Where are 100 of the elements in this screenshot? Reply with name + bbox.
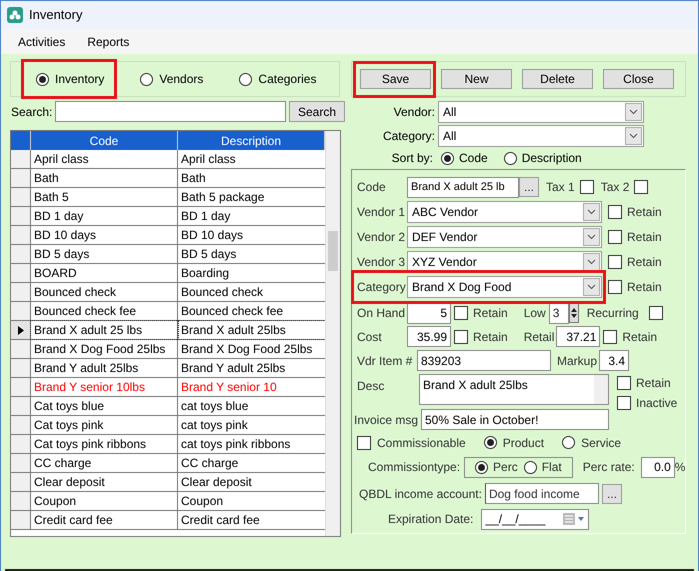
- column-header[interactable]: Code: [31, 131, 178, 150]
- retain-label: Retain: [473, 305, 508, 322]
- table-row[interactable]: BOARD Boarding: [11, 264, 325, 283]
- field-label: Expiration Date:: [388, 511, 474, 528]
- table-row[interactable]: BD 10 days BD 10 days: [11, 226, 325, 245]
- cost-field[interactable]: 35.99: [407, 326, 451, 347]
- action-button[interactable]: Close: [603, 69, 674, 89]
- search-button[interactable]: Search: [288, 101, 345, 122]
- action-button[interactable]: Save: [360, 69, 431, 89]
- table-row[interactable]: Bath Bath: [11, 169, 325, 188]
- dropdown-button[interactable]: [583, 253, 600, 271]
- checkbox[interactable]: [608, 280, 622, 294]
- table-row[interactable]: Clear deposit Clear deposit: [11, 473, 325, 492]
- dropdown-button[interactable]: [583, 228, 600, 246]
- radio-button[interactable]: [504, 152, 517, 164]
- vendor-item-field[interactable]: 839203: [417, 350, 551, 371]
- checkbox[interactable]: [454, 306, 468, 320]
- radio-button[interactable]: [36, 72, 49, 86]
- table-cell-text: Credit card fee: [180, 512, 261, 529]
- checkbox[interactable]: [634, 180, 648, 194]
- checkbox[interactable]: [608, 205, 622, 219]
- category-dropdown[interactable]: Brand X Dog Food: [407, 276, 602, 298]
- on-hand-field[interactable]: 5: [407, 302, 451, 324]
- table-cell: Brand X adult 25 lbs: [31, 321, 178, 339]
- table-row[interactable]: Coupon Coupon: [11, 492, 325, 511]
- vendor-dropdown[interactable]: DEF Vendor: [407, 226, 602, 248]
- vendor-dropdown[interactable]: ABC Vendor: [407, 201, 602, 223]
- dropdown-button[interactable]: [583, 278, 600, 296]
- row-header[interactable]: [11, 321, 31, 339]
- date-field[interactable]: __/__/____: [481, 508, 590, 530]
- low-field[interactable]: 3: [548, 302, 569, 324]
- code-field[interactable]: Brand X adult 25 lb: [407, 176, 519, 198]
- radio-label: Flat: [542, 459, 562, 476]
- table-row[interactable]: Cat toys blue cat toys blue: [11, 397, 325, 416]
- checkbox[interactable]: [357, 436, 371, 450]
- radio-label: Code: [459, 150, 488, 167]
- retail-field[interactable]: 37.21: [556, 326, 600, 347]
- radio-button[interactable]: [484, 436, 497, 449]
- action-button[interactable]: New: [441, 69, 512, 89]
- action-button[interactable]: Delete: [522, 69, 593, 89]
- markup-field[interactable]: 3.4: [599, 350, 630, 371]
- dropdown-button[interactable]: [583, 203, 600, 221]
- browse-button[interactable]: ...: [602, 484, 622, 504]
- table-row[interactable]: Brand X Dog Food 25lbs Brand X Dog Food 25lbs: [11, 340, 325, 359]
- checkbox[interactable]: [603, 330, 618, 344]
- filter-dropdown[interactable]: All: [438, 125, 644, 147]
- table-cell-text: Coupon: [180, 493, 224, 510]
- retain-label: Retain: [627, 254, 662, 271]
- field-label: Vendor 1: [357, 204, 406, 221]
- dropdown-button[interactable]: [625, 103, 642, 121]
- radio-button[interactable]: [239, 72, 252, 86]
- percent-rate-field[interactable]: 0.0: [640, 456, 675, 478]
- table-row[interactable]: Bath 5 Bath 5 package: [11, 188, 325, 207]
- checkbox[interactable]: [648, 306, 663, 320]
- checkbox[interactable]: [617, 396, 631, 410]
- table-cell: Bath: [31, 169, 178, 187]
- table-cell-text: Bounced check: [180, 284, 264, 301]
- checkbox[interactable]: [608, 255, 622, 269]
- radio-button[interactable]: [441, 152, 454, 164]
- checkbox[interactable]: [454, 330, 468, 344]
- search-field[interactable]: [55, 101, 286, 122]
- browse-button[interactable]: ...: [519, 177, 539, 197]
- table-row[interactable]: BD 5 days BD 5 days: [11, 245, 325, 264]
- radio-label: Service: [581, 434, 622, 452]
- dropdown-button[interactable]: [625, 127, 642, 145]
- table-row[interactable]: Bounced check Bounced check: [11, 283, 325, 302]
- description-field[interactable]: Brand X adult 25lbs: [419, 374, 609, 405]
- checkbox[interactable]: [617, 376, 631, 390]
- table-row[interactable]: BD 1 day BD 1 day: [11, 207, 325, 226]
- table-cell-text: Bounced check fee: [180, 303, 284, 320]
- table-row[interactable]: Cat toys pink cat toys pink: [11, 416, 325, 435]
- checkbox[interactable]: [608, 230, 622, 244]
- radio-button[interactable]: [562, 436, 576, 449]
- radio-button[interactable]: [475, 460, 488, 474]
- retain-label: Retain: [627, 229, 662, 246]
- field-label: Perc rate:: [582, 459, 635, 476]
- table-row[interactable]: Brand Y adult 25lbs Brand Y adult 25lbs: [11, 359, 325, 378]
- table-row[interactable]: CC charge CC charge: [11, 454, 325, 473]
- table-cell-text: April class: [180, 151, 237, 168]
- retain-label: Retain: [622, 328, 658, 346]
- invoice-message-field[interactable]: 50% Sale in October!: [421, 409, 609, 430]
- menu-item[interactable]: Activities: [18, 32, 66, 50]
- radio-button[interactable]: [524, 460, 537, 474]
- table-row[interactable]: Brand X adult 25 lbs Brand X adult 25lbs: [11, 321, 325, 340]
- table-row[interactable]: Cat toys pink ribbons cat toys pink ribbons: [11, 435, 325, 454]
- field-label: Markup: [557, 352, 598, 370]
- menu-item[interactable]: Reports: [87, 32, 130, 50]
- chevron-down-icon: [629, 133, 638, 139]
- scrollbar[interactable]: [325, 131, 340, 536]
- table-row[interactable]: Bounced check fee Bounced check fee: [11, 302, 325, 321]
- radio-button[interactable]: [140, 72, 154, 86]
- income-account-field[interactable]: Dog food income: [484, 483, 599, 504]
- chevron-down-icon: [587, 234, 596, 240]
- calendar-icon: [563, 513, 586, 525]
- checkbox[interactable]: [580, 180, 594, 194]
- table-row[interactable]: Credit card fee Credit card fee: [11, 511, 325, 530]
- filter-dropdown[interactable]: All: [438, 101, 644, 123]
- table-row[interactable]: April class April class: [11, 150, 325, 169]
- table-row[interactable]: Brand Y senior 10lbs Brand Y senior 10: [11, 378, 325, 397]
- field-label: Low: [524, 305, 546, 322]
